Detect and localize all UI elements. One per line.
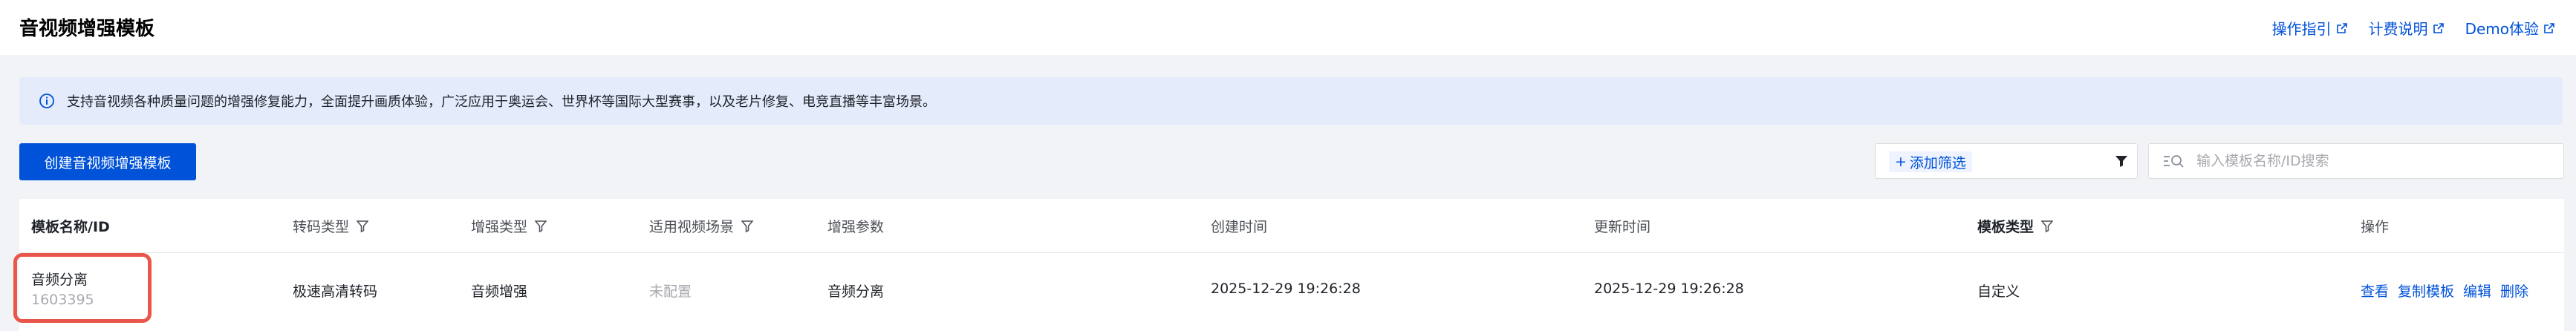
table-header: 模板名称/ID 转码类型 增强类型 适用视频场景 增强参数 创建时间 更新时间 … — [19, 199, 2564, 253]
external-link-icon — [2336, 22, 2347, 33]
page-title: 音视频增强模板 — [19, 18, 155, 40]
template-table: 模板名称/ID 转码类型 增强类型 适用视频场景 增强参数 创建时间 更新时间 … — [13, 199, 2564, 331]
row-actions: 查看 复制模板 编辑 删除 — [2361, 281, 2528, 301]
column-header-enhance-type: 增强类型 — [471, 216, 547, 236]
info-banner: 支持音视频各种质量问题的增强修复能力，全面提升画质体验，广泛应用于奥运会、世界杯… — [19, 77, 2563, 125]
create-template-button[interactable]: 创建音视频增强模板 — [19, 143, 196, 180]
column-label: 增强类型 — [471, 219, 528, 235]
billing-link[interactable]: 计费说明 — [2369, 17, 2445, 39]
search-input[interactable] — [2195, 152, 2554, 170]
banner-text: 支持音视频各种质量问题的增强修复能力，全面提升画质体验，广泛应用于奥运会、世界杯… — [67, 94, 936, 110]
column-label: 转码类型 — [293, 219, 350, 235]
column-header-actions: 操作 — [2361, 216, 2389, 236]
billing-link-label: 计费说明 — [2368, 20, 2428, 38]
column-label: 模板类型 — [1977, 219, 2035, 235]
filter-icon[interactable] — [535, 220, 547, 233]
filter-icon[interactable] — [357, 220, 369, 233]
demo-link-label: Demo体验 — [2465, 20, 2539, 38]
column-label: 适用视频场景 — [649, 219, 735, 235]
external-link-icon — [2544, 22, 2554, 33]
column-label: 更新时间 — [1594, 219, 1651, 235]
column-label: 创建时间 — [1211, 219, 1268, 235]
column-header-scene: 适用视频场景 — [649, 216, 754, 236]
page-header: 音视频增强模板 操作指引 计费说明 Demo体验 — [0, 0, 2576, 55]
search-box — [2148, 143, 2564, 179]
add-filter-button[interactable]: + 添加筛选 — [1889, 151, 1972, 172]
view-link[interactable]: 查看 — [2361, 281, 2389, 301]
highlight-box — [13, 253, 152, 323]
column-label: 操作 — [2361, 219, 2390, 235]
created-time-cell: 2025-12-29 19:26:28 — [1211, 281, 1361, 297]
filter-box[interactable]: + 添加筛选 — [1875, 143, 2138, 179]
info-icon — [39, 94, 54, 108]
guide-link[interactable]: 操作指引 — [2272, 17, 2348, 39]
delete-link[interactable]: 删除 — [2500, 281, 2528, 301]
transcode-type-cell: 极速高清转码 — [293, 284, 378, 300]
filter-icon[interactable] — [741, 220, 754, 233]
demo-link[interactable]: Demo体验 — [2465, 17, 2555, 39]
table-row: 音频分离 1603395 极速高清转码 音频增强 未配置 音频分离 2025-1… — [19, 253, 2564, 331]
search-icon — [2164, 155, 2184, 168]
column-header-updated: 更新时间 — [1594, 216, 1650, 236]
filter-icon[interactable] — [2113, 153, 2130, 169]
copy-template-link[interactable]: 复制模板 — [2398, 281, 2454, 301]
guide-link-label: 操作指引 — [2271, 20, 2332, 38]
column-label: 增强参数 — [827, 219, 885, 235]
plus-icon: + — [1895, 154, 1907, 170]
column-header-template-type: 模板类型 — [1977, 216, 2054, 236]
external-link-icon — [2433, 22, 2444, 33]
params-cell: 音频分离 — [827, 284, 885, 300]
column-label: 模板名称/ID — [31, 219, 110, 235]
column-header-name-id: 模板名称/ID — [31, 216, 110, 236]
filter-icon[interactable] — [2041, 220, 2054, 233]
column-header-params: 增强参数 — [827, 216, 884, 236]
column-header-transcode-type: 转码类型 — [293, 216, 369, 236]
header-links: 操作指引 计费说明 Demo体验 — [2272, 17, 2555, 39]
edit-link[interactable]: 编辑 — [2463, 281, 2491, 301]
template-type-cell: 自定义 — [1977, 284, 2020, 300]
add-filter-label: 添加筛选 — [1909, 154, 1966, 171]
updated-time-cell: 2025-12-29 19:26:28 — [1594, 281, 1744, 297]
scene-cell: 未配置 — [649, 284, 692, 300]
column-header-created: 创建时间 — [1211, 216, 1267, 236]
enhance-type-cell: 音频增强 — [471, 284, 528, 300]
